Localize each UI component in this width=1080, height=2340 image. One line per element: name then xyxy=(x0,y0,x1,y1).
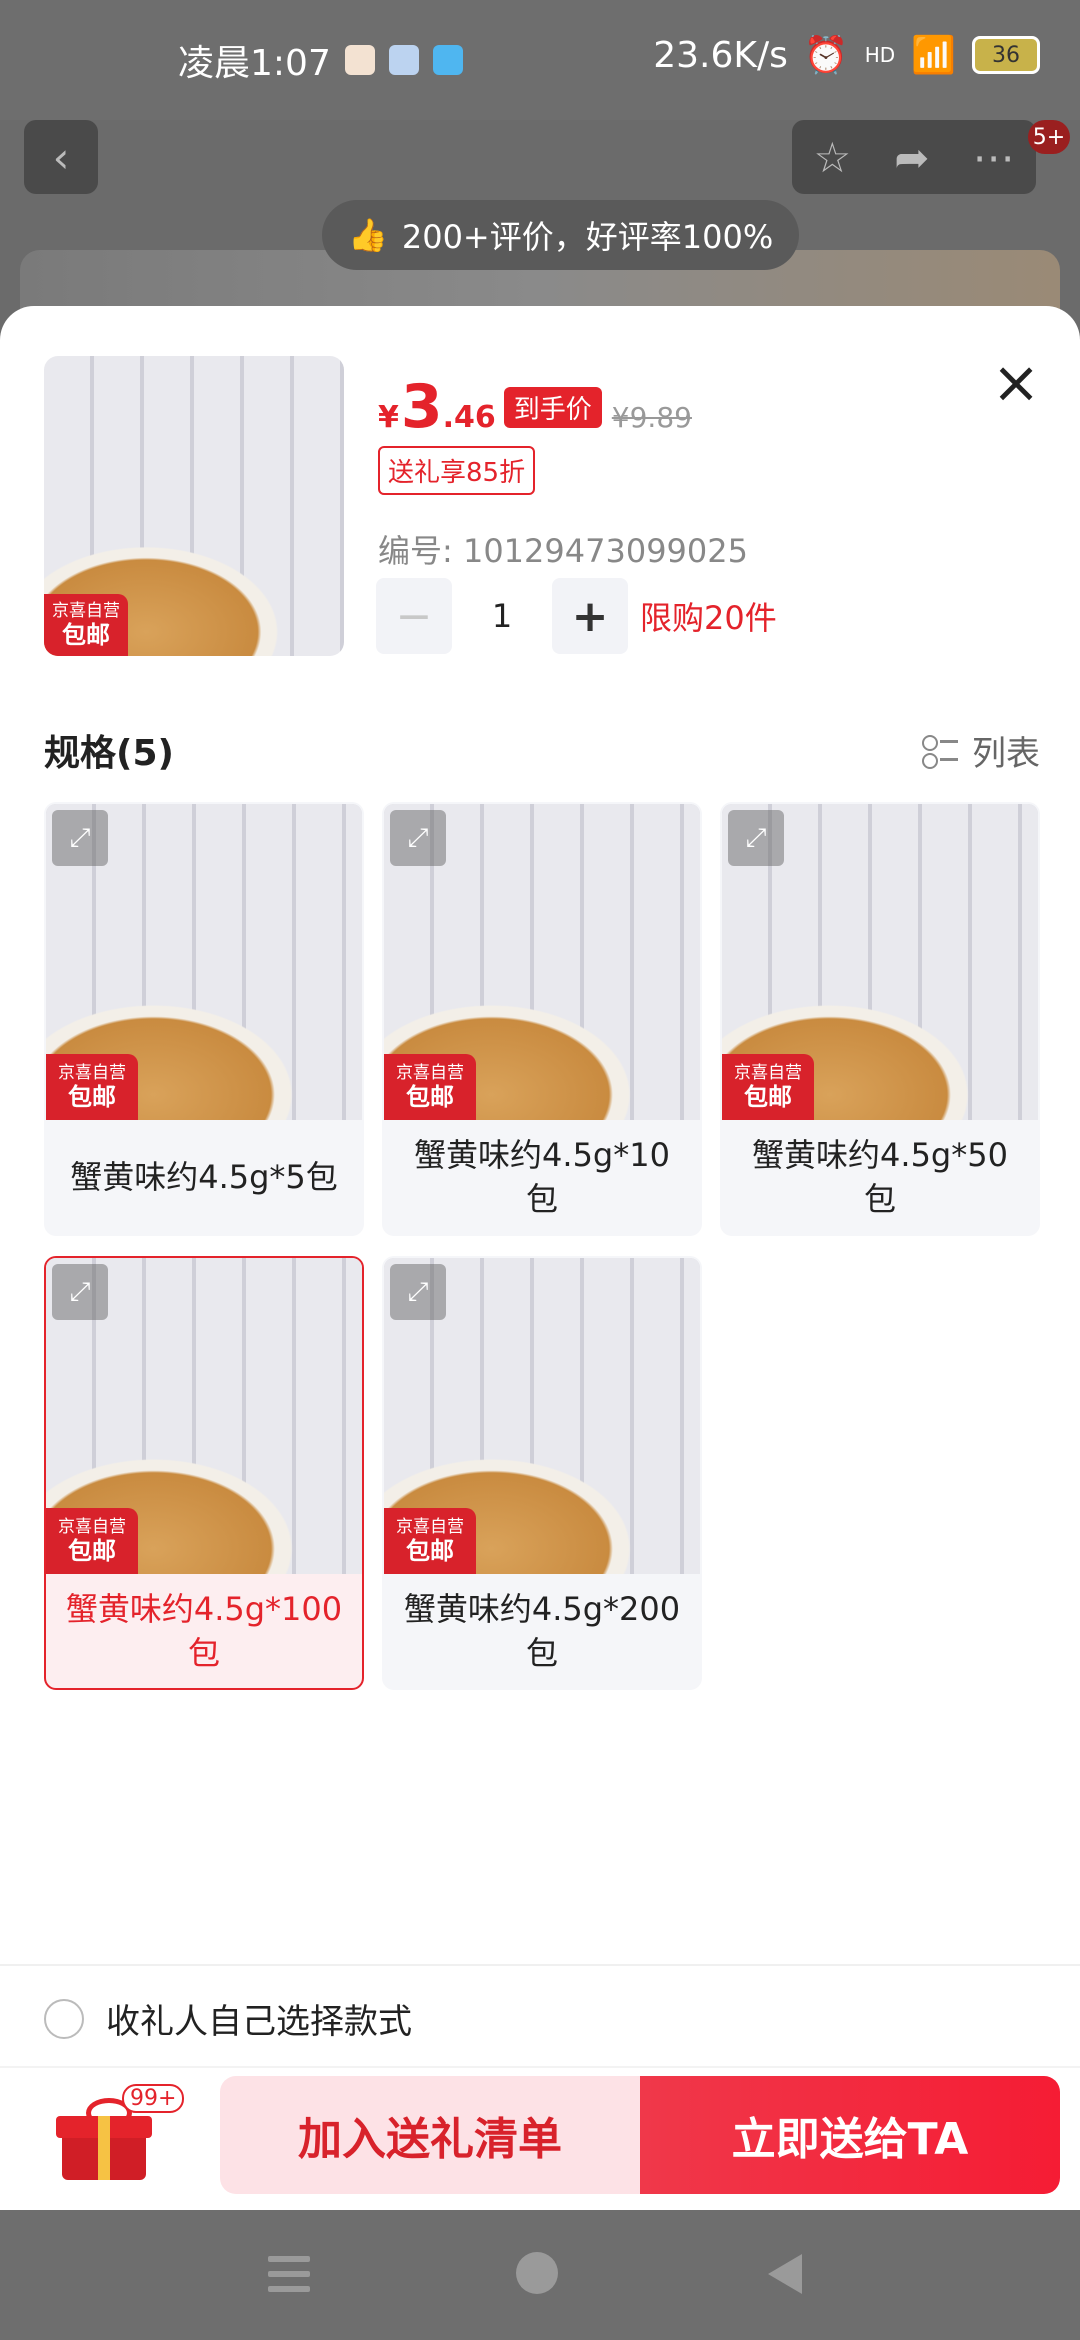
spec-image: ⤢ 京喜自营 包邮 xyxy=(46,1258,362,1574)
self-operated-badge: 京喜自营 包邮 xyxy=(384,1054,476,1120)
list-icon xyxy=(922,733,958,769)
spec-image: ⤢ 京喜自营 包邮 xyxy=(722,804,1038,1120)
spec-label: 蟹黄味约4.5g*200包 xyxy=(403,1590,681,1672)
price-currency: ¥ xyxy=(378,400,399,435)
recipient-choice-label: 收礼人自己选择款式 xyxy=(106,2002,412,2042)
spec-option-selected[interactable]: ⤢ 京喜自营 包邮 蟹黄味约4.5g*100包 xyxy=(44,1256,364,1690)
sku-number: 编号: 10129473099025 xyxy=(378,532,748,570)
battery-indicator: 36 xyxy=(972,36,1040,74)
spec-label: 蟹黄味约4.5g*50包 xyxy=(752,1136,1008,1218)
close-button[interactable]: × xyxy=(988,353,1044,411)
spec-image: ⤢ 京喜自营 包邮 xyxy=(46,804,362,1120)
spec-option[interactable]: ⤢ 京喜自营 包邮 蟹黄味约4.5g*5包 xyxy=(44,802,364,1236)
spec-label: 蟹黄味约4.5g*5包 xyxy=(70,1158,338,1196)
notes-app-icon xyxy=(344,45,375,75)
gift-discount-tag: 送礼享85折 xyxy=(378,446,536,495)
self-operated-badge: 京喜自营 包邮 xyxy=(44,594,128,656)
quantity-stepper: − 1 + 限购20件 xyxy=(376,578,777,654)
share-icon[interactable]: ➦ xyxy=(894,133,929,182)
spec-image: ⤢ 京喜自营 包邮 xyxy=(384,1258,700,1574)
original-price: ¥9.89 xyxy=(611,401,692,434)
wifi-icon: 📶 xyxy=(911,35,956,76)
spec-image: ⤢ 京喜自营 包邮 xyxy=(384,804,700,1120)
recipient-choice-option[interactable]: 收礼人自己选择款式 xyxy=(44,1994,412,2043)
shield-app-icon xyxy=(388,45,419,75)
self-operated-badge: 京喜自营 包邮 xyxy=(384,1508,476,1574)
star-icon[interactable]: ☆ xyxy=(814,133,852,182)
divider xyxy=(0,2066,1080,2068)
clock: 凌晨1:07 xyxy=(178,43,331,84)
status-bar: 凌晨1:07 23.6K/s ⏰ HD 📶 36 xyxy=(0,0,1080,120)
list-view-toggle[interactable]: 列表 xyxy=(922,726,1040,775)
send-now-button[interactable]: 立即送给TA xyxy=(640,2076,1060,2194)
spec-option[interactable]: ⤢ 京喜自营 包邮 蟹黄味约4.5g*10包 xyxy=(382,802,702,1236)
header-actions: ☆ ➦ ⋯ xyxy=(792,120,1036,194)
back-arrow-icon: ‹ xyxy=(52,132,70,182)
self-operated-badge: 京喜自营 包邮 xyxy=(46,1508,138,1574)
price-row: ¥ 3 .46 到手价 ¥9.89 xyxy=(378,372,692,442)
spec-section-title: 规格(5) xyxy=(44,733,174,774)
expand-icon[interactable]: ⤢ xyxy=(728,810,784,866)
price-decimal: .46 xyxy=(442,400,496,435)
expand-icon[interactable]: ⤢ xyxy=(390,810,446,866)
product-thumbnail[interactable]: 京喜自营 包邮 xyxy=(44,356,344,656)
close-icon: × xyxy=(991,348,1041,416)
expand-icon[interactable]: ⤢ xyxy=(52,810,108,866)
spec-label: 蟹黄味约4.5g*10包 xyxy=(414,1136,670,1218)
thumbs-up-icon: 👍 xyxy=(348,216,388,254)
self-operated-badge: 京喜自营 包邮 xyxy=(722,1054,814,1120)
play-app-icon xyxy=(432,45,463,75)
expand-icon[interactable]: ⤢ xyxy=(390,1264,446,1320)
purchase-limit: 限购20件 xyxy=(640,599,777,637)
alarm-icon: ⏰ xyxy=(803,35,849,76)
spec-selector-sheet: 京喜自营 包邮 ¥ 3 .46 到手价 ¥9.89 送礼享85折 × 编号: 1… xyxy=(0,306,1080,2210)
quantity-value[interactable]: 1 xyxy=(452,597,552,635)
cart-badge: 5+ xyxy=(1028,120,1070,154)
self-operated-badge: 京喜自营 包邮 xyxy=(46,1054,138,1120)
signal-label: HD xyxy=(864,43,896,67)
add-to-gift-list-button[interactable]: 加入送礼清单 xyxy=(220,2076,640,2194)
expand-icon[interactable]: ⤢ xyxy=(52,1264,108,1320)
spec-option[interactable]: ⤢ 京喜自营 包邮 蟹黄味约4.5g*200包 xyxy=(382,1256,702,1690)
review-summary-text: 200+评价，好评率100% xyxy=(401,218,774,256)
back-triangle-icon[interactable] xyxy=(768,2254,802,2294)
page-header-overlay: ‹ ☆ ➦ ⋯ 5+ 👍 200+评价，好评率100% xyxy=(0,120,1080,310)
decrease-button[interactable]: − xyxy=(376,578,452,654)
recents-icon[interactable] xyxy=(268,2256,310,2292)
radio-button[interactable] xyxy=(44,1998,84,2039)
list-toggle-label: 列表 xyxy=(972,734,1040,774)
spec-label: 蟹黄味约4.5g*100包 xyxy=(65,1590,343,1672)
handprice-tag: 到手价 xyxy=(503,386,602,428)
more-icon[interactable]: ⋯ xyxy=(972,133,1014,182)
increase-button[interactable]: + xyxy=(552,578,628,654)
home-icon[interactable] xyxy=(516,2252,558,2294)
divider xyxy=(0,1964,1080,1966)
price-integer: 3 xyxy=(400,372,443,442)
gift-count-badge: 99+ xyxy=(122,2084,185,2113)
system-nav-bar xyxy=(0,2210,1080,2340)
net-speed: 23.6K/s xyxy=(653,34,788,76)
spec-option[interactable]: ⤢ 京喜自营 包邮 蟹黄味约4.5g*50包 xyxy=(720,802,1040,1236)
review-summary[interactable]: 👍 200+评价，好评率100% xyxy=(322,200,800,270)
back-button[interactable]: ‹ xyxy=(24,120,98,194)
